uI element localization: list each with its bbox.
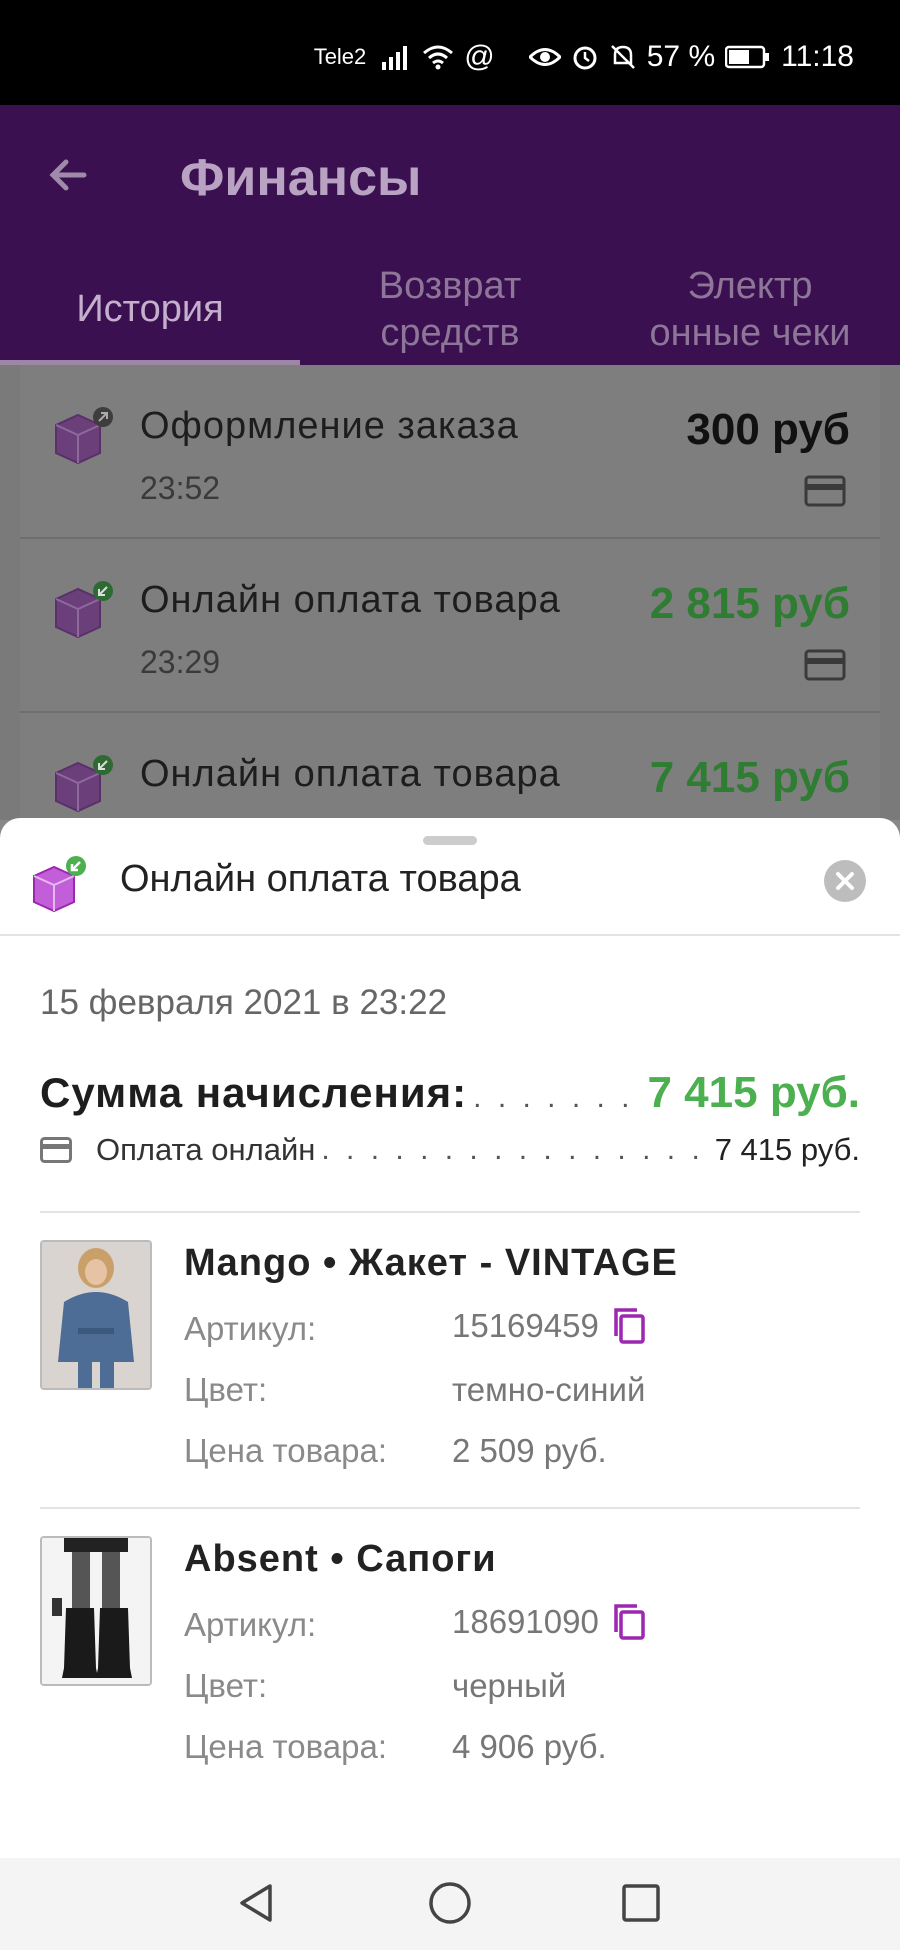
drag-handle[interactable]	[423, 836, 477, 845]
carrier-label: Tele2	[313, 44, 367, 69]
history-amount: 7 415 руб	[649, 753, 850, 802]
sum-value: 7 415 руб.	[647, 1068, 860, 1117]
product-item[interactable]: Mango • Жакет - VINTAGE Артикул: 1516945…	[40, 1240, 860, 1490]
close-icon[interactable]	[824, 860, 866, 902]
article-label: Артикул:	[184, 1310, 317, 1347]
leader-dots: . . . . . . . . . . . . . . . . . . . . …	[473, 1081, 641, 1114]
sheet-title: Онлайн оплата товара	[120, 858, 521, 900]
mute-bell-icon	[609, 43, 637, 71]
product-item[interactable]: Absent • Сапоги Артикул: 18691090 Цвет: …	[40, 1536, 860, 1786]
alarm-icon	[571, 43, 599, 71]
signal-icon	[382, 44, 412, 70]
wifi-icon	[422, 44, 454, 70]
tabs: История Возврат средств Электр онные чек…	[0, 255, 900, 365]
history-amount: 2 815 руб	[649, 579, 850, 628]
color-label: Цвет:	[184, 1371, 268, 1408]
history-row[interactable]: Онлайн оплата товара 23:29 2 815 руб	[20, 539, 880, 713]
history-title: Оформление заказа	[140, 405, 519, 447]
nav-home-icon[interactable]	[425, 1878, 475, 1928]
history-row[interactable]: Оформление заказа 23:52 300 руб	[20, 365, 880, 539]
payment-value: 7 415 руб.	[714, 1132, 860, 1167]
box-out-icon	[48, 403, 118, 473]
color-value: темно-синий	[452, 1371, 646, 1408]
card-icon	[804, 475, 846, 507]
product-name: Mango • Жакет - VINTAGE	[184, 1242, 678, 1284]
copy-icon[interactable]	[611, 1306, 647, 1346]
payment-row: Оплата онлайн . . . . . . . . . . . . . …	[40, 1128, 860, 1172]
box-in-icon	[48, 751, 118, 821]
transaction-detail-sheet: Онлайн оплата товара 15 февраля 2021 в 2…	[0, 818, 900, 1858]
history-list: Оформление заказа 23:52 300 руб Онлайн о…	[0, 365, 900, 887]
history-time: 23:52	[140, 470, 221, 506]
status-bar: Tele2 @ 57 % 11:18	[0, 0, 900, 105]
eye-icon	[528, 46, 561, 68]
color-label: Цвет:	[184, 1667, 268, 1704]
article-value: 18691090	[452, 1603, 599, 1640]
article-value-row: 18691090	[452, 1602, 647, 1642]
article-value: 15169459	[452, 1307, 599, 1344]
leader-dots: . . . . . . . . . . . . . . . . . . . . …	[321, 1133, 708, 1166]
status-icons: Tele2 @ 57 % 11:18	[314, 40, 854, 74]
product-name: Absent • Сапоги	[184, 1538, 497, 1580]
payment-label: Оплата онлайн	[96, 1132, 316, 1167]
divider	[40, 1507, 860, 1509]
color-value: черный	[452, 1667, 567, 1704]
page-title: Финансы	[180, 149, 422, 207]
card-icon	[804, 649, 846, 681]
battery-percent: 57 %	[646, 40, 716, 73]
app-bar: Финансы История Возврат средств Электр о…	[0, 105, 900, 365]
price-label: Цена товара:	[184, 1728, 387, 1765]
back-arrow-icon[interactable]	[44, 150, 94, 200]
at-icon: @	[464, 40, 495, 73]
price-value: 2 509 руб.	[452, 1432, 607, 1469]
battery-icon	[725, 44, 771, 70]
sum-row: Сумма начисления: . . . . . . . . . . . …	[40, 1068, 860, 1118]
tab-refunds[interactable]: Возврат средств	[300, 255, 600, 365]
product-image[interactable]	[40, 1240, 152, 1390]
history-amount: 300 руб	[686, 405, 850, 454]
tab-history[interactable]: История	[0, 255, 300, 365]
history-title: Онлайн оплата товара	[140, 579, 561, 621]
article-value-row: 15169459	[452, 1306, 647, 1346]
history-time: 23:29	[140, 644, 221, 680]
tab-receipts[interactable]: Электр онные чеки	[600, 255, 900, 365]
clock: 11:18	[781, 40, 854, 73]
article-label: Артикул:	[184, 1606, 317, 1643]
price-label: Цена товара:	[184, 1432, 387, 1469]
sum-label: Сумма начисления:	[40, 1069, 468, 1116]
divider	[40, 1211, 860, 1213]
transaction-date: 15 февраля 2021 в 23:22	[40, 983, 448, 1022]
divider	[0, 934, 900, 936]
product-image[interactable]	[40, 1536, 152, 1686]
nav-back-icon[interactable]	[232, 1878, 282, 1928]
system-nav-bar	[0, 1858, 900, 1950]
box-in-icon	[30, 854, 90, 914]
card-icon	[40, 1137, 72, 1163]
box-in-icon	[48, 577, 118, 647]
history-title: Онлайн оплата товара	[140, 753, 561, 795]
nav-recents-icon[interactable]	[616, 1878, 666, 1928]
price-value: 4 906 руб.	[452, 1728, 607, 1765]
copy-icon[interactable]	[611, 1602, 647, 1642]
